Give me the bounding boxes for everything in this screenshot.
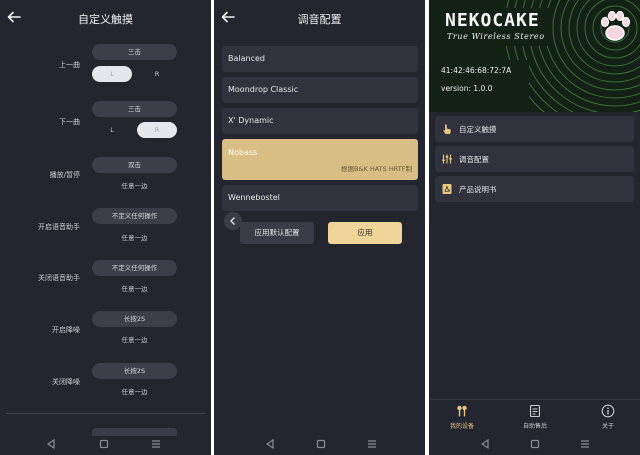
brand-tagline: True Wireless Stereo [447, 32, 545, 41]
page-title: 调音配置 [297, 13, 342, 26]
earbuds-icon [457, 405, 467, 417]
preset-x-dynamic[interactable]: X' Dynamic [222, 108, 418, 134]
touch-hand-icon [443, 124, 451, 134]
side-right-option[interactable]: R [137, 66, 177, 82]
preset-name: Balanced [228, 54, 265, 63]
apply-default-button[interactable]: 应用默认配置 [240, 222, 314, 244]
top-bar: 调音配置 [214, 0, 425, 38]
menu-item-manual[interactable]: 产品说明书 [435, 176, 634, 202]
tab-self-service[interactable]: 自助售后 [505, 404, 565, 434]
nav-back-icon[interactable] [478, 437, 492, 451]
menu-label: 产品说明书 [459, 185, 497, 194]
side-left-option[interactable]: L [92, 122, 132, 138]
side-left-option[interactable]: L [92, 66, 132, 82]
preset-moondrop-classic[interactable]: Moondrop Classic [222, 77, 418, 103]
nav-home-icon[interactable] [97, 437, 111, 451]
nav-menu-icon[interactable] [149, 437, 163, 451]
preset-wennebostel[interactable]: Wennebostel [222, 185, 418, 211]
preset-name: Moondrop Classic [228, 85, 299, 94]
side-right-option[interactable]: R [137, 122, 177, 138]
tab-my-device[interactable]: 我的设备 [432, 404, 492, 434]
eq-config-screen: 调音配置 Balanced Moondrop Classic X' Dynami… [214, 0, 425, 455]
nav-home-icon[interactable] [528, 437, 542, 451]
gesture-select-play-pause[interactable]: 双击 [92, 157, 177, 173]
nav-home-icon[interactable] [314, 437, 328, 451]
apply-button[interactable]: 应用 [328, 222, 402, 244]
page-title: 自定义触摸 [78, 13, 133, 26]
side-selector-previous-track: L R [92, 66, 177, 82]
preset-name: X' Dynamic [228, 116, 274, 125]
top-bar: 自定义触摸 [0, 0, 211, 38]
row-label-close-assistant: 关闭语音助手 [38, 274, 80, 282]
equalizer-icon [442, 154, 452, 164]
row-label-open-assistant: 开启语音助手 [38, 223, 80, 231]
hero-banner: NEKOCAKE True Wireless Stereo 41:42:46:6… [429, 0, 640, 112]
side-selector-next-track: L R [92, 122, 177, 138]
side-value-open-assistant[interactable]: 任意一边 [92, 232, 177, 242]
side-value-anc-off[interactable]: 任意一边 [92, 386, 177, 396]
cat-paw-icon [600, 10, 631, 41]
gesture-select-anc-on[interactable]: 长按2S [92, 311, 177, 327]
row-label-play-pause: 播放/暂停 [49, 171, 80, 179]
custom-touch-screen: 自定义触摸 上一曲 三击 L R 下一曲 三击 L R 播放/暂停 双击 任意一… [0, 0, 211, 455]
device-home-screen: NEKOCAKE True Wireless Stereo 41:42:46:6… [429, 0, 640, 455]
tab-label: 我的设备 [449, 423, 474, 430]
side-value-anc-on[interactable]: 任意一边 [92, 334, 177, 344]
menu-label: 调音配置 [459, 155, 489, 164]
preset-balanced[interactable]: Balanced [222, 46, 418, 72]
system-nav-bar [0, 433, 211, 455]
gesture-select-open-assistant[interactable]: 不定义任何操作 [92, 208, 177, 224]
pdf-document-icon [442, 184, 452, 194]
nav-menu-icon[interactable] [365, 437, 379, 451]
menu-item-custom-touch[interactable]: 自定义触摸 [435, 116, 634, 142]
side-value-play-pause[interactable]: 任意一边 [92, 180, 177, 190]
gesture-select-close-assistant[interactable]: 不定义任何操作 [92, 260, 177, 276]
info-icon [601, 404, 615, 418]
row-label-anc-off: 关闭降噪 [52, 378, 80, 386]
system-nav-bar [214, 433, 425, 455]
system-nav-bar [429, 433, 640, 455]
service-document-icon [529, 404, 541, 418]
divider [6, 413, 205, 414]
tab-label: 关于 [601, 423, 614, 430]
gesture-select-previous-track[interactable]: 三击 [92, 44, 177, 60]
tab-about[interactable]: 关于 [578, 404, 638, 434]
preset-name: Wennebostel [228, 193, 280, 202]
gesture-select-anc-off[interactable]: 长按2S [92, 363, 177, 379]
nav-back-icon[interactable] [44, 437, 58, 451]
firmware-version: version: 1.0.0 [441, 84, 493, 93]
bottom-tab-bar: 我的设备 自助售后 关于 [429, 399, 640, 435]
nav-back-icon[interactable] [263, 437, 277, 451]
preset-description: 根据B&K HATS HRTF制 [341, 165, 412, 173]
preset-name: Nobass [228, 148, 258, 157]
menu-label: 自定义触摸 [459, 125, 497, 134]
side-value-close-assistant[interactable]: 任意一边 [92, 283, 177, 293]
tab-label: 自助售后 [522, 423, 547, 430]
row-label-anc-on: 开启降噪 [52, 326, 80, 334]
nav-menu-icon[interactable] [578, 437, 592, 451]
row-label-next-track: 下一曲 [59, 118, 80, 126]
brand-logo: NEKOCAKE [445, 10, 540, 31]
gesture-select-next-track[interactable]: 三击 [92, 101, 177, 117]
menu-item-eq-config[interactable]: 调音配置 [435, 146, 634, 172]
row-label-previous-track: 上一曲 [59, 61, 80, 69]
preset-nobass[interactable]: Nobass 根据B&K HATS HRTF制 [222, 139, 418, 180]
mac-address: 41:42:46:68:72:7A [441, 66, 512, 75]
